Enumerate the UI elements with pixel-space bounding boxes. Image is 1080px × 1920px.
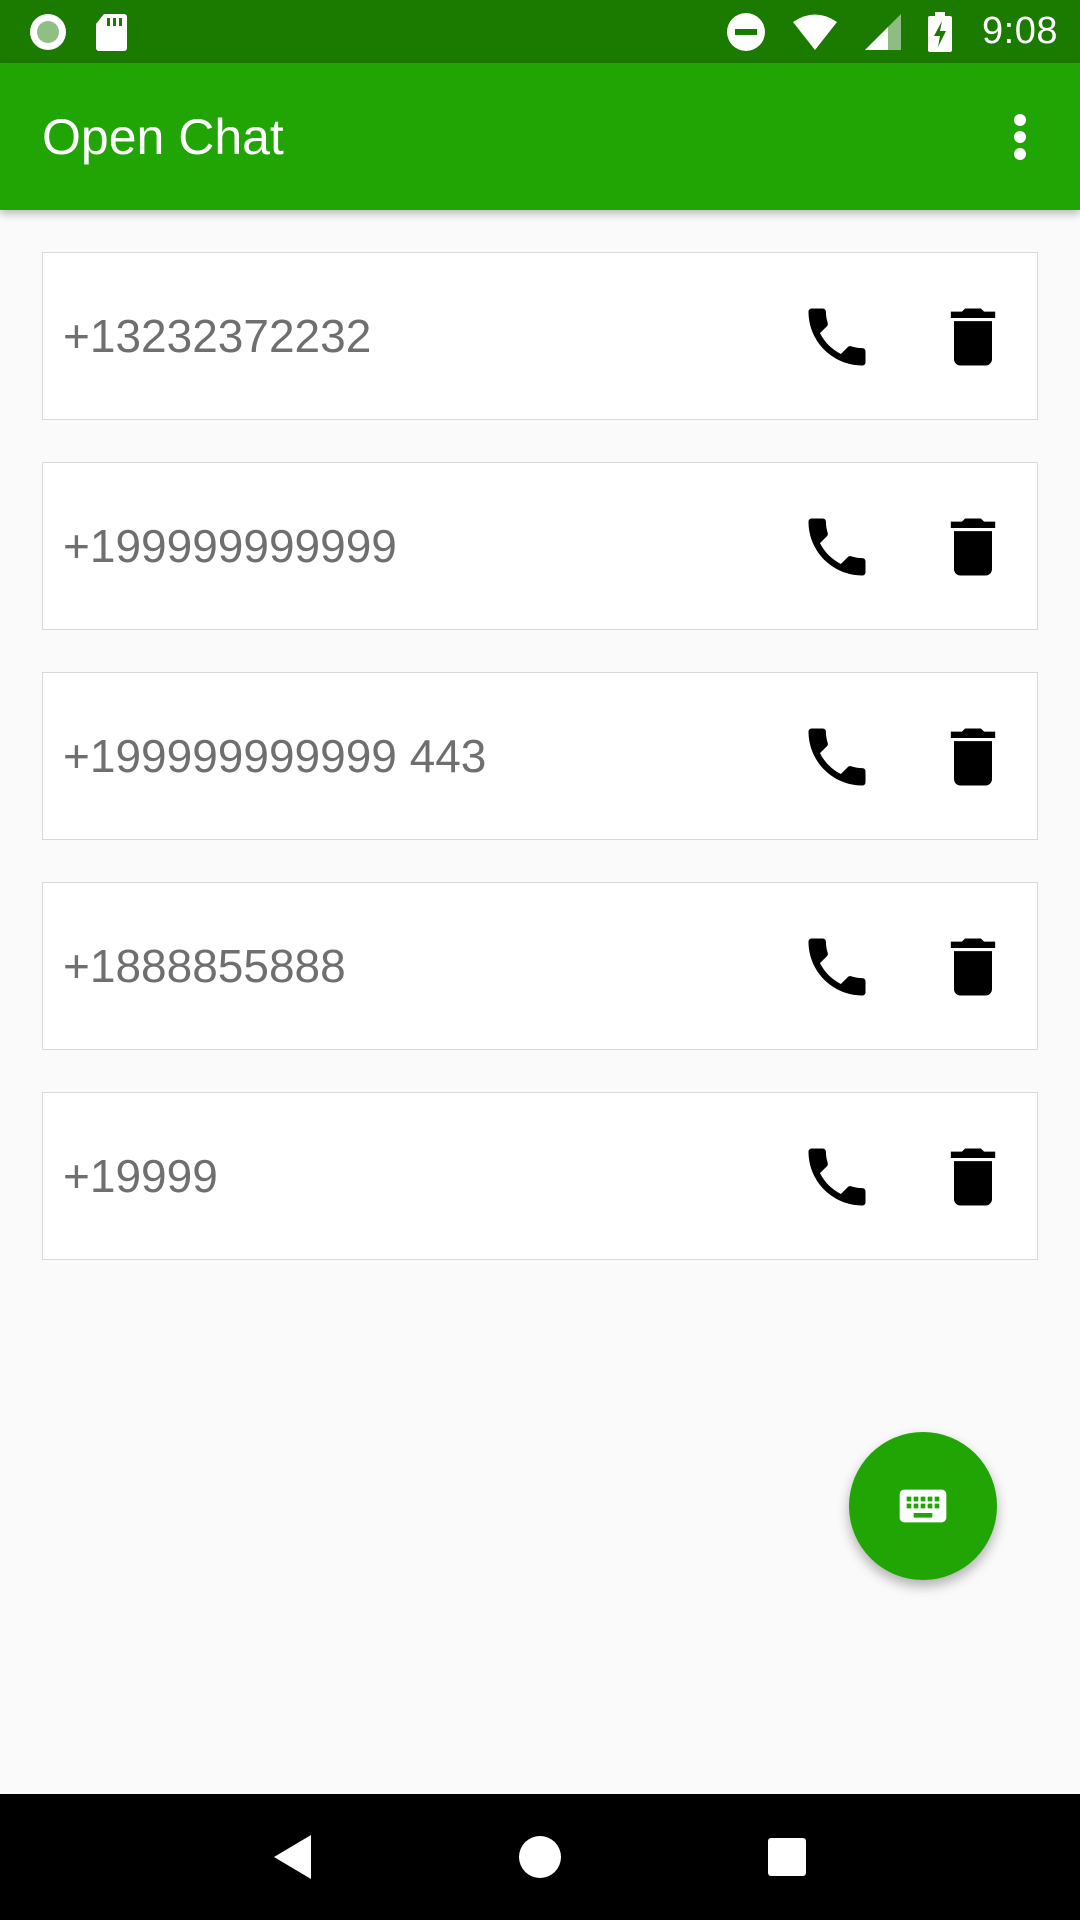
overflow-menu-button[interactable] [990, 97, 1050, 177]
signal-icon [864, 13, 902, 51]
phone-icon [808, 1148, 866, 1206]
chat-item[interactable]: +19999 [42, 1092, 1038, 1260]
chat-item[interactable]: +1888855888 [42, 882, 1038, 1050]
chat-item[interactable]: +199999999999 [42, 462, 1038, 630]
phone-icon [808, 938, 866, 996]
call-button[interactable] [789, 499, 885, 595]
record-icon [28, 12, 68, 52]
app-bar: Open Chat [0, 63, 1080, 210]
home-button[interactable] [490, 1807, 590, 1907]
do-not-disturb-icon [726, 12, 766, 52]
phone-icon [808, 518, 866, 576]
back-button[interactable] [243, 1807, 343, 1907]
chat-number: +13232372232 [63, 310, 372, 362]
call-button[interactable] [789, 1129, 885, 1225]
phone-icon [808, 308, 866, 366]
delete-button[interactable] [925, 919, 1021, 1015]
back-icon [274, 1835, 312, 1879]
status-right: 9:08 [726, 10, 1058, 53]
call-button[interactable] [789, 709, 885, 805]
chat-number: +199999999999 [63, 520, 397, 572]
delete-button[interactable] [925, 1129, 1021, 1225]
recents-icon [767, 1838, 806, 1876]
chat-number: +19999 [63, 1150, 218, 1202]
more-vert-icon [1014, 113, 1026, 160]
call-button[interactable] [789, 919, 885, 1015]
trash-icon [950, 728, 996, 786]
battery-charging-icon [928, 11, 953, 52]
dialpad-fab[interactable] [849, 1432, 997, 1580]
delete-button[interactable] [925, 289, 1021, 385]
trash-icon [950, 518, 996, 576]
trash-icon [950, 938, 996, 996]
chat-number: +1888855888 [63, 940, 346, 992]
chat-item[interactable]: +199999999999 443 [42, 672, 1038, 840]
home-icon [518, 1836, 561, 1878]
delete-button[interactable] [925, 709, 1021, 805]
keyboard-icon [899, 1489, 947, 1523]
delete-button[interactable] [925, 499, 1021, 595]
trash-icon [950, 308, 996, 366]
chat-item[interactable]: +13232372232 [42, 252, 1038, 420]
trash-icon [950, 1148, 996, 1206]
chat-number: +199999999999 443 [63, 730, 487, 782]
chat-list: +13232372232 +199999999999 +199999999999… [42, 252, 1038, 1302]
sd-card-icon [94, 12, 128, 52]
status-left [28, 12, 128, 52]
wifi-icon [792, 13, 838, 51]
status-time: 9:08 [982, 10, 1058, 52]
call-button[interactable] [789, 289, 885, 385]
navigation-bar [0, 1794, 1080, 1920]
phone-icon [808, 728, 866, 786]
screen: 9:08 Open Chat +13232372232 +19999999999… [0, 0, 1080, 1920]
app-title: Open Chat [42, 108, 284, 165]
status-bar: 9:08 [0, 0, 1080, 63]
recents-button[interactable] [737, 1807, 837, 1907]
